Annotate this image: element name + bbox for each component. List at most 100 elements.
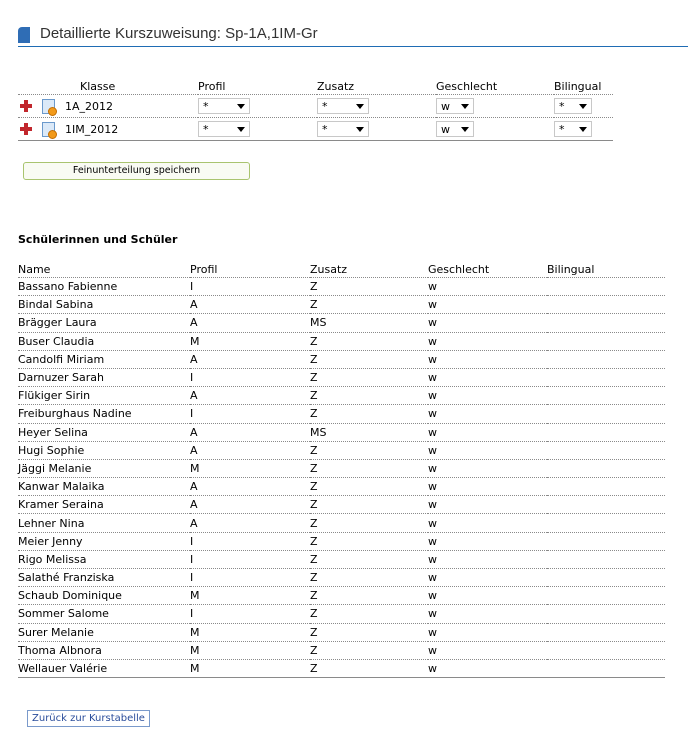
student-geschlecht-cell: w: [428, 386, 547, 406]
zusatz-select[interactable]: *: [317, 121, 369, 137]
student-profil-cell: I: [190, 604, 310, 624]
student-bilingual-cell: [547, 295, 665, 315]
class-name: 1IM_2012: [65, 122, 119, 136]
save-subdivision-button[interactable]: Feinunterteilung speichern: [23, 162, 250, 180]
table-row: Jäggi Melanie M Zw: [18, 459, 665, 479]
student-name-cell: Candolfi Miriam: [18, 350, 190, 369]
student-name-cell: Thoma Albnora: [18, 641, 190, 660]
student-bilingual-cell: [547, 441, 665, 460]
student-geschlecht-cell: w: [428, 586, 547, 606]
student-zusatz-cell: Z: [310, 641, 428, 660]
student-name-cell: Kanwar Malaika: [18, 477, 190, 497]
student-geschlecht-cell: w: [428, 604, 547, 624]
student-geschlecht-cell: w: [428, 423, 547, 442]
zusatz-select[interactable]: *: [317, 98, 369, 114]
bilingual-select[interactable]: *: [554, 121, 592, 137]
student-zusatz-cell: Z: [310, 277, 428, 297]
student-profil-cell: I: [190, 277, 310, 297]
student-name-cell: Schaub Dominique: [18, 586, 190, 606]
plus-icon[interactable]: [20, 100, 32, 112]
student-profil-cell: A: [190, 350, 310, 369]
table-row: Lehner Nina A Zw: [18, 513, 665, 533]
student-profil-cell: M: [190, 586, 310, 606]
student-bilingual-cell: [547, 623, 665, 642]
bilingual-select[interactable]: *: [554, 98, 592, 114]
back-to-course-table-link[interactable]: Zurück zur Kurstabelle: [27, 710, 150, 727]
student-geschlecht-cell: w: [428, 477, 547, 497]
student-geschlecht-cell: w: [428, 568, 547, 588]
profil-select[interactable]: *: [198, 121, 250, 137]
student-profil-cell: M: [190, 623, 310, 642]
table-row: Rigo Melissa I Zw: [18, 550, 665, 570]
student-geschlecht-cell: w: [428, 368, 547, 388]
student-zusatz-cell: Z: [310, 441, 428, 460]
student-name-cell: Surer Melanie: [18, 623, 190, 642]
class-name: 1A_2012: [65, 99, 114, 113]
student-zusatz-cell: Z: [310, 295, 428, 315]
student-zusatz-cell: Z: [310, 368, 428, 388]
profil-select[interactable]: *: [198, 98, 250, 114]
student-geschlecht-cell: w: [428, 295, 547, 315]
table-row: Bassano Fabienne I Zw: [18, 277, 665, 297]
student-profil-cell: A: [190, 441, 310, 460]
page-header: Detaillierte Kurszuweisung: Sp-1A,1IM-Gr: [18, 25, 688, 47]
student-zusatz-cell: Z: [310, 532, 428, 551]
chevron-down-icon: [356, 103, 364, 109]
student-geschlecht-cell: w: [428, 495, 547, 515]
document-icon[interactable]: [42, 98, 57, 116]
students-table: Name Profil Zusatz Geschlecht Bilingual …: [18, 262, 665, 679]
student-name-cell: Freiburghaus Nadine: [18, 404, 190, 424]
student-bilingual-cell: [547, 550, 665, 570]
table-row: Surer Melanie M Zw: [18, 623, 665, 642]
student-name-cell: Kramer Seraina: [18, 495, 190, 515]
student-bilingual-cell: [547, 368, 665, 388]
page-title: Detaillierte Kurszuweisung: Sp-1A,1IM-Gr: [40, 25, 318, 42]
student-bilingual-cell: [547, 332, 665, 351]
student-profil-cell: M: [190, 459, 310, 479]
chevron-down-icon: [237, 126, 245, 132]
student-bilingual-cell: [547, 277, 665, 297]
student-bilingual-cell: [547, 350, 665, 369]
geschlecht-select[interactable]: w: [436, 121, 474, 137]
student-bilingual-cell: [547, 604, 665, 624]
student-name-cell: Wellauer Valérie: [18, 659, 190, 679]
student-geschlecht-cell: w: [428, 641, 547, 660]
plus-icon[interactable]: [20, 123, 32, 135]
student-zusatz-cell: Z: [310, 623, 428, 642]
student-geschlecht-cell: w: [428, 404, 547, 424]
table-row: Meier Jenny I Zw: [18, 532, 665, 551]
table-row: Heyer Selina A MS w: [18, 423, 665, 442]
student-name-cell: Heyer Selina: [18, 423, 190, 442]
document-icon[interactable]: [42, 121, 57, 139]
student-zusatz-cell: Z: [310, 386, 428, 406]
table-row: Buser Claudia M Zw: [18, 332, 665, 351]
student-name-cell: Bindal Sabina: [18, 295, 190, 315]
student-profil-cell: A: [190, 495, 310, 515]
student-bilingual-cell: [547, 313, 665, 333]
student-zusatz-cell: Z: [310, 568, 428, 588]
student-geschlecht-cell: w: [428, 441, 547, 460]
student-bilingual-cell: [547, 477, 665, 497]
table-row: Freiburghaus Nadine I Zw: [18, 404, 665, 424]
student-name-cell: Sommer Salome: [18, 604, 190, 624]
student-zusatz-cell: Z: [310, 604, 428, 624]
student-bilingual-cell: [547, 586, 665, 606]
student-profil-cell: I: [190, 568, 310, 588]
student-bilingual-cell: [547, 513, 665, 533]
table-row: Flükiger Sirin A Zw: [18, 386, 665, 406]
student-geschlecht-cell: w: [428, 513, 547, 533]
table-row: Kramer Seraina A Zw: [18, 495, 665, 515]
student-name-cell: Lehner Nina: [18, 513, 190, 533]
table-row: Sommer Salome I Zw: [18, 604, 665, 624]
student-geschlecht-cell: w: [428, 277, 547, 297]
student-bilingual-cell: [547, 423, 665, 442]
table-row: Salathé Franziska I Zw: [18, 568, 665, 588]
student-zusatz-cell: Z: [310, 459, 428, 479]
geschlecht-select[interactable]: w: [436, 98, 474, 114]
student-bilingual-cell: [547, 641, 665, 660]
student-zusatz-cell: Z: [310, 586, 428, 606]
header-zusatz: Zusatz: [317, 78, 436, 95]
header-zusatz: Zusatz: [310, 262, 428, 278]
student-profil-cell: A: [190, 295, 310, 315]
header-accent-mark: [18, 27, 30, 43]
